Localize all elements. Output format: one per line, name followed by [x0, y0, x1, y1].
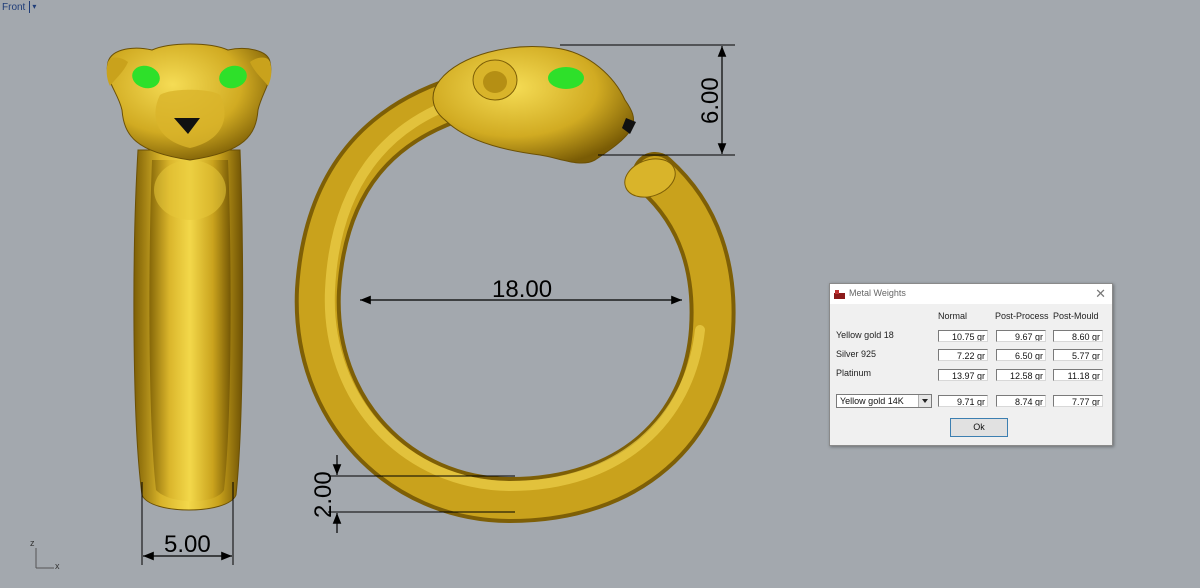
eye-profile-icon [548, 67, 584, 89]
field-platinum-normal[interactable]: 13.97 gr [938, 369, 988, 381]
metal-select-value: Yellow gold 14K [840, 396, 904, 406]
field-yellow-gold-18-post-mould[interactable]: 8.60 gr [1053, 330, 1103, 342]
dimension-diameter: 18.00 [360, 276, 682, 305]
dim-diameter-label: 18.00 [492, 276, 552, 303]
dialog-titlebar[interactable]: Metal Weights ✕ [830, 284, 1112, 304]
field-silver-925-post-process[interactable]: 6.50 gr [996, 349, 1046, 361]
field-silver-925-post-mould[interactable]: 5.77 gr [1053, 349, 1103, 361]
field-custom-post-mould[interactable]: 7.77 gr [1053, 395, 1103, 407]
dialog-title: Metal Weights [849, 288, 906, 298]
ring-front-view [294, 46, 736, 524]
axis-x-label: x [55, 561, 60, 571]
row-label-yellow-gold-18: Yellow gold 18 [836, 330, 894, 340]
dim-thickness-label: 2.00 [310, 471, 337, 518]
axis-gizmo: z x [30, 538, 60, 571]
field-custom-post-process[interactable]: 8.74 gr [996, 395, 1046, 407]
dim-height-label: 6.00 [697, 77, 724, 124]
app-icon [834, 290, 845, 299]
metal-weights-dialog: Metal Weights ✕ Normal Post-Process Post… [829, 283, 1113, 446]
ring-side-view [106, 43, 272, 511]
front-viewport[interactable]: Front ▾ 6.00 18.00 2.00 5.00 z x Metal W… [0, 0, 1200, 588]
field-yellow-gold-18-normal[interactable]: 10.75 gr [938, 330, 988, 342]
field-silver-925-normal[interactable]: 7.22 gr [938, 349, 988, 361]
ok-button[interactable]: Ok [950, 418, 1008, 437]
column-header-normal: Normal [938, 311, 968, 321]
column-header-post-mould: Post-Mould [1053, 311, 1099, 321]
dim-width-label: 5.00 [164, 531, 211, 558]
metal-select-dropdown[interactable]: Yellow gold 14K [836, 394, 932, 408]
axis-z-label: z [30, 538, 35, 548]
field-platinum-post-mould[interactable]: 11.18 gr [1053, 369, 1103, 381]
field-custom-normal[interactable]: 9.71 gr [938, 395, 988, 407]
field-platinum-post-process[interactable]: 12.58 gr [996, 369, 1046, 381]
close-icon[interactable]: ✕ [1095, 286, 1106, 302]
field-yellow-gold-18-post-process[interactable]: 9.67 gr [996, 330, 1046, 342]
row-label-platinum: Platinum [836, 368, 872, 378]
chevron-down-icon[interactable] [918, 395, 931, 407]
column-header-post-process: Post-Process [995, 311, 1049, 321]
row-label-silver-925: Silver 925 [836, 349, 877, 359]
